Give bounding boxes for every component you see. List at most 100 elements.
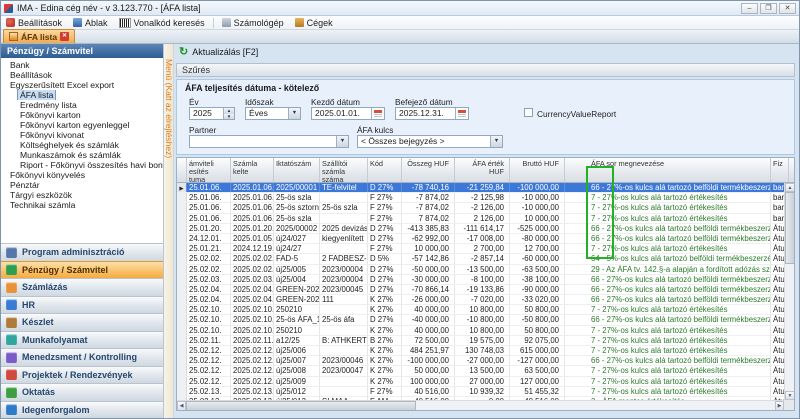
currency-value-report-checkbox[interactable] bbox=[524, 108, 533, 117]
table-row[interactable]: 25.02.13. 2025.02.13. új25/012 F 27% 40 … bbox=[177, 387, 784, 397]
refresh-button[interactable]: ↻ Aktualizálás [F2] bbox=[179, 47, 258, 57]
spinner-arrows-icon[interactable]: ▲▼ bbox=[223, 108, 234, 119]
close-icon[interactable]: ✕ bbox=[779, 3, 796, 14]
sidebar-tree-item[interactable]: Főkönyvi könyvelés bbox=[1, 170, 163, 180]
cell-afa-sor-megnevezese: 66 - 27%-os kulcs alá tartozó belföldi t… bbox=[565, 285, 771, 294]
calendar-icon[interactable] bbox=[371, 108, 384, 119]
table-row[interactable]: 25.02.02. 2025.02.02. új25/005 2023/0000… bbox=[177, 265, 784, 275]
table-row[interactable]: 25.02.04. 2025.02.04. GREEN-2024-10 111 … bbox=[177, 295, 784, 305]
sidebar-module[interactable]: Oktatás bbox=[1, 383, 163, 401]
sidebar-module[interactable]: Pénzügy / Számvitel bbox=[1, 261, 163, 279]
table-row[interactable]: 25.01.06. 2025.01.06. 25-ös szla F 27% -… bbox=[177, 193, 784, 203]
sidebar-tree-item[interactable]: Bank bbox=[1, 60, 163, 70]
tab-afa-lista[interactable]: ÁFA lista ✕ bbox=[3, 29, 75, 43]
cell-iktatoszam: új24/27 bbox=[274, 244, 320, 253]
kezdo-datum-field[interactable]: 2025.01.01. bbox=[311, 107, 385, 120]
header-osszeg-huf[interactable]: Összeg HUF bbox=[402, 158, 455, 182]
menu-cegek[interactable]: Cégek bbox=[295, 18, 333, 28]
header-afa-ertek-huf[interactable]: ÁFA érték HUF bbox=[455, 158, 510, 182]
scroll-up-icon[interactable]: ▲ bbox=[785, 183, 795, 192]
cell-osszeg-huf: -78 740,16 bbox=[402, 183, 455, 192]
sidebar-tree-item[interactable]: Egyszerűsített Excel export bbox=[1, 80, 163, 90]
table-row[interactable]: 25.02.10. 2025.02.10. 250210 K 27% 40 00… bbox=[177, 326, 784, 336]
table-row[interactable]: 25.02.12. 2025.02.12. új25/006 K 27% 484… bbox=[177, 346, 784, 356]
horizontal-scrollbar[interactable]: ◀ ▶ bbox=[177, 400, 784, 410]
calendar-icon[interactable] bbox=[455, 108, 468, 119]
sidebar-module[interactable]: Projektek / Rendezvények bbox=[1, 366, 163, 384]
header-szamla-kelte[interactable]: Számla kelte bbox=[231, 158, 274, 182]
header-fizetesi-mod[interactable]: Fiz bbox=[771, 158, 789, 182]
scroll-left-icon[interactable]: ◀ bbox=[177, 401, 186, 411]
menu-ablak[interactable]: Ablak bbox=[73, 18, 108, 28]
sidebar-module[interactable]: Készlet bbox=[1, 313, 163, 331]
ev-spinner[interactable]: 2025 ▲▼ bbox=[189, 107, 235, 120]
scroll-down-icon[interactable]: ▼ bbox=[785, 391, 795, 400]
table-row[interactable]: 25.01.21. 2024.12.19. új24/27 F 27% 10 0… bbox=[177, 244, 784, 254]
table-row[interactable]: 25.01.20. 2025.01.20. 2025/00002 2025 de… bbox=[177, 224, 784, 234]
table-row[interactable]: 25.02.12. 2025.02.12. új25/009 K 27% 100… bbox=[177, 377, 784, 387]
sidebar-module[interactable]: Program adminisztráció bbox=[1, 243, 163, 261]
cell-iktatoszam: 25-ös sztornó bbox=[274, 203, 320, 212]
maximize-icon[interactable]: ❐ bbox=[760, 3, 777, 14]
menu-collapse-strip[interactable]: Menü (Katt az elrejtéshez) bbox=[164, 44, 174, 418]
header-szallitoi-szamla[interactable]: Szállítói számla száma bbox=[320, 158, 368, 182]
header-brutto-huf[interactable]: Bruttó HUF bbox=[510, 158, 565, 182]
header-afa-sor-megnevezese[interactable]: ÁFA sor megnevezése bbox=[565, 158, 771, 182]
sidebar-tree-item[interactable]: Beállítások bbox=[1, 70, 163, 80]
chevron-down-icon[interactable]: ▼ bbox=[336, 136, 348, 147]
table-row[interactable]: 25.02.10. 2025.02.10. 250210 K 27% 40 00… bbox=[177, 305, 784, 315]
afa-kulcs-select[interactable]: < Összes bejegyzés > ▼ bbox=[357, 135, 503, 148]
table-row[interactable]: 24.12.01. 2025.01.05. új24/027 kiegyenlí… bbox=[177, 234, 784, 244]
table-row[interactable]: 25.02.04. 2025.02.04. GREEN-2024-10... 2… bbox=[177, 285, 784, 295]
befejezo-datum-field[interactable]: 2025.12.31. bbox=[395, 107, 469, 120]
sidebar-tree-item[interactable]: Főkönyvi karton egyenleggel bbox=[1, 120, 163, 130]
chevron-down-icon[interactable]: ▼ bbox=[490, 136, 502, 147]
sidebar-tree-item[interactable]: Költséghelyek és számlák bbox=[1, 140, 163, 150]
horizontal-scroll-thumb[interactable] bbox=[186, 401, 416, 411]
sidebar-tree-item[interactable]: Főkönyvi karton bbox=[1, 110, 163, 120]
cell-szallitoi-szamla bbox=[320, 346, 368, 355]
sidebar-module[interactable]: Menedzsment / Kontrolling bbox=[1, 348, 163, 366]
header-kod[interactable]: Kód bbox=[368, 158, 402, 182]
chevron-down-icon[interactable]: ▼ bbox=[288, 108, 300, 119]
sidebar-module[interactable]: Számlázás bbox=[1, 278, 163, 296]
table-row[interactable]: 25.02.12. 2025.02.12. új25/007 2023/0004… bbox=[177, 356, 784, 366]
idoszak-select[interactable]: Éves ▼ bbox=[245, 107, 301, 120]
partner-select[interactable]: ▼ bbox=[189, 135, 349, 148]
header-iktatoszam[interactable]: Iktatószám bbox=[274, 158, 320, 182]
tab-close-icon[interactable]: ✕ bbox=[60, 32, 69, 41]
sidebar-tree-item[interactable]: ÁFA lista bbox=[1, 90, 163, 100]
sidebar-tree-item[interactable]: Eredmény lista bbox=[1, 100, 163, 110]
minimize-icon[interactable]: – bbox=[741, 3, 758, 14]
cell-kod: K 27% bbox=[368, 305, 402, 314]
table-row[interactable]: 25.01.06. 2025.01.06. 25-ös sztornó 25-ö… bbox=[177, 203, 784, 213]
sidebar-module[interactable]: Idegenforgalom bbox=[1, 401, 163, 419]
filter-section-header[interactable]: Szűrés bbox=[176, 63, 795, 77]
vertical-scroll-thumb[interactable] bbox=[785, 192, 795, 264]
header-teljesites-datuma[interactable]: ámviteli esítés tuma bbox=[187, 158, 231, 182]
table-row[interactable]: 25.01.06. 2025.01.06. 25-ös szla F 27% 7… bbox=[177, 214, 784, 224]
menu-vonalkod-kereses[interactable]: Vonalkód keresés bbox=[119, 18, 205, 28]
table-row[interactable]: 25.02.11. 2025.02.11. a12/25 B: ATHKERT … bbox=[177, 336, 784, 346]
sidebar-tree-item[interactable]: Riport - Főkönyvi összesítés havi bontás… bbox=[1, 160, 163, 170]
sidebar-tree-item[interactable]: Pénztár bbox=[1, 180, 163, 190]
sidebar-tree: Bank Beállítások Egyszerűsített Excel ex… bbox=[1, 60, 163, 242]
table-row[interactable]: 25.02.02. 2025.02.02. FAD-5 2 FADBESZ-5 … bbox=[177, 254, 784, 264]
sidebar-module[interactable]: HR bbox=[1, 296, 163, 314]
table-row[interactable]: 25.02.10. 2025.02.10. 25-ös ÁFA_10< 25-ö… bbox=[177, 315, 784, 325]
table-row[interactable]: 25.01.06. 2025.01.06. 2025/00001 TE-felv… bbox=[177, 183, 784, 193]
cell-szamla-kelte: 2025.01.06. bbox=[231, 193, 274, 202]
vertical-scrollbar[interactable]: ▲ ▼ bbox=[784, 183, 794, 400]
table-row[interactable]: 25.02.03. 2025.02.03. új25/004 2023/0000… bbox=[177, 275, 784, 285]
sidebar-tree-item[interactable]: Főkönyvi kivonat bbox=[1, 130, 163, 140]
sidebar-module[interactable]: Munkafolyamat bbox=[1, 331, 163, 349]
sidebar-tree-item[interactable]: Tárgyi eszközök bbox=[1, 190, 163, 200]
menu-szamologep[interactable]: Számológép bbox=[222, 18, 284, 28]
table-row[interactable]: 25.02.12. 2025.02.12. új25/008 2023/0004… bbox=[177, 366, 784, 376]
scroll-right-icon[interactable]: ▶ bbox=[775, 401, 784, 411]
sidebar-tree-item[interactable]: Technikai számla bbox=[1, 200, 163, 210]
cell-afa-sor-megnevezese: 7 - 27%-os kulcs alá tartozó értékesítés bbox=[565, 203, 771, 212]
menu-beallitasok[interactable]: Beállítások bbox=[6, 18, 62, 28]
title-bar: IMA - Edina cég név - v 3.123.770 - [ÁFA… bbox=[1, 1, 799, 16]
sidebar-tree-item[interactable]: Munkaszámok és számlák bbox=[1, 150, 163, 160]
